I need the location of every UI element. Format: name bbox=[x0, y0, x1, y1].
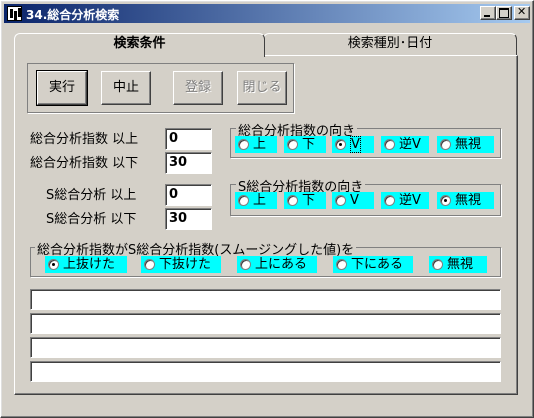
radio-indicator bbox=[384, 195, 395, 206]
direction-v-radio[interactable]: V bbox=[332, 136, 374, 153]
s-direction-down-radio[interactable]: 下 bbox=[284, 192, 326, 209]
radio-label: 逆V bbox=[399, 193, 421, 208]
radio-indicator-selected bbox=[440, 195, 451, 206]
direction-down-radio[interactable]: 下 bbox=[284, 136, 326, 153]
radio-indicator-selected bbox=[48, 259, 59, 270]
radio-label: 下抜けた bbox=[159, 257, 212, 272]
radio-indicator bbox=[287, 195, 298, 206]
result-field-1[interactable] bbox=[30, 289, 501, 310]
radio-label: V bbox=[350, 136, 361, 153]
radio-indicator-selected bbox=[335, 139, 346, 150]
s-min-input[interactable]: 0 bbox=[165, 184, 212, 206]
cross-down-radio[interactable]: 下抜けた bbox=[141, 256, 221, 273]
s-direction-reverse-v-radio[interactable]: 逆V bbox=[381, 192, 429, 209]
result-field-4[interactable] bbox=[30, 361, 501, 382]
cross-up-radio[interactable]: 上抜けた bbox=[45, 256, 127, 273]
radio-label: 上 bbox=[253, 137, 267, 152]
direction-reverse-v-radio[interactable]: 逆V bbox=[381, 136, 429, 153]
radio-label: 無視 bbox=[455, 137, 482, 152]
register-button[interactable]: 登録 bbox=[173, 71, 223, 105]
radio-indicator bbox=[240, 259, 251, 270]
radio-label: 上にある bbox=[255, 257, 308, 272]
s-direction-v-radio[interactable]: V bbox=[332, 192, 374, 209]
title-bar[interactable]: 34.総合分析検索 bbox=[4, 4, 530, 23]
direction-ignore-radio[interactable]: 無視 bbox=[437, 136, 494, 153]
index-max-label: 総合分析指数 以下 bbox=[30, 156, 139, 171]
radio-indicator bbox=[440, 139, 451, 150]
radio-indicator bbox=[238, 139, 249, 150]
radio-indicator bbox=[336, 259, 347, 270]
radio-label: 下 bbox=[302, 193, 316, 208]
index-min-label: 総合分析指数 以上 bbox=[30, 132, 139, 147]
s-max-label: S総合分析 以下 bbox=[46, 212, 137, 227]
index-max-input[interactable]: 30 bbox=[165, 152, 212, 174]
cross-below-radio[interactable]: 下にある bbox=[333, 256, 413, 273]
s-direction-ignore-radio[interactable]: 無視 bbox=[437, 192, 494, 209]
radio-indicator bbox=[287, 139, 298, 150]
radio-indicator bbox=[238, 195, 249, 206]
close-button[interactable]: 閉じる bbox=[237, 71, 287, 105]
maximize-button[interactable] bbox=[496, 6, 512, 20]
radio-label: 逆V bbox=[399, 137, 421, 152]
radio-label: 下にある bbox=[351, 257, 404, 272]
radio-label: 上 bbox=[253, 193, 267, 208]
radio-indicator bbox=[384, 139, 395, 150]
app-icon[interactable] bbox=[7, 6, 22, 21]
direction-up-radio[interactable]: 上 bbox=[235, 136, 277, 153]
radio-label: 無視 bbox=[455, 193, 482, 208]
window-title: 34.総合分析検索 bbox=[26, 8, 120, 22]
radio-label: 上抜けた bbox=[63, 257, 116, 272]
result-field-2[interactable] bbox=[30, 313, 501, 334]
radio-indicator bbox=[432, 259, 443, 270]
cross-ignore-radio[interactable]: 無視 bbox=[429, 256, 487, 273]
s-max-input[interactable]: 30 bbox=[165, 208, 212, 230]
cross-above-radio[interactable]: 上にある bbox=[237, 256, 317, 273]
radio-label: 下 bbox=[302, 137, 316, 152]
s-min-label: S総合分析 以上 bbox=[46, 188, 137, 203]
app-window: 34.総合分析検索 検索条件 検索種別･日付 実行 中止 登録 閉じる 総合分析… bbox=[0, 0, 534, 418]
stop-button[interactable]: 中止 bbox=[101, 71, 151, 105]
radio-indicator bbox=[335, 195, 346, 206]
tab-search-conditions[interactable]: 検索条件 bbox=[14, 33, 265, 57]
s-direction-up-radio[interactable]: 上 bbox=[235, 192, 277, 209]
result-field-3[interactable] bbox=[30, 337, 501, 358]
minimize-button[interactable] bbox=[480, 6, 496, 20]
run-button[interactable]: 実行 bbox=[36, 70, 88, 106]
radio-label: V bbox=[350, 193, 359, 208]
radio-label: 無視 bbox=[447, 257, 474, 272]
radio-indicator bbox=[144, 259, 155, 270]
tab-search-type-date[interactable]: 検索種別･日付 bbox=[263, 33, 517, 55]
close-window-button[interactable] bbox=[514, 5, 530, 20]
index-min-input[interactable]: 0 bbox=[165, 128, 212, 150]
